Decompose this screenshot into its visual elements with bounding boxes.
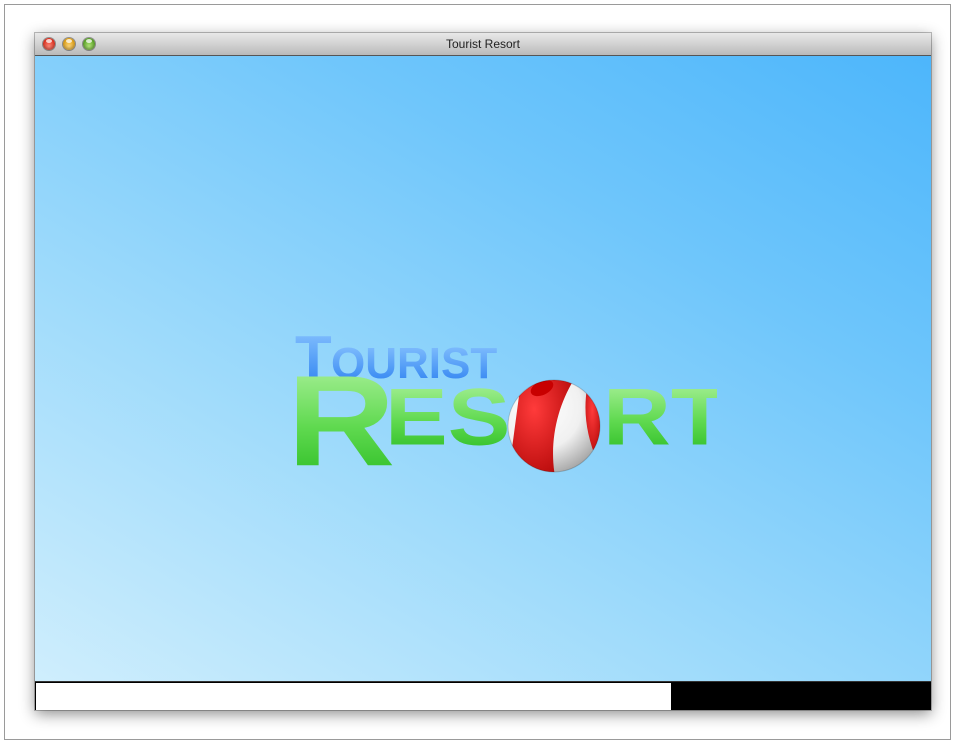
logo-line2-initial: R bbox=[287, 348, 395, 476]
loading-bar bbox=[35, 681, 931, 710]
logo-line2-rt: RT bbox=[603, 372, 717, 462]
window-title: Tourist Resort bbox=[445, 37, 521, 51]
logo-line2-es: ES bbox=[385, 372, 510, 462]
game-canvas[interactable]: T OURIST R ES RT bbox=[35, 56, 931, 681]
loading-bar-fill bbox=[36, 683, 671, 710]
app-window: Tourist Resort T OURIST R ES RT bbox=[35, 33, 931, 710]
beach-ball-icon bbox=[507, 379, 601, 473]
title-bar[interactable]: Tourist Resort bbox=[35, 33, 931, 56]
game-logo: T OURIST R ES RT bbox=[257, 296, 728, 493]
logo-graphic: T OURIST R ES RT bbox=[287, 324, 728, 493]
